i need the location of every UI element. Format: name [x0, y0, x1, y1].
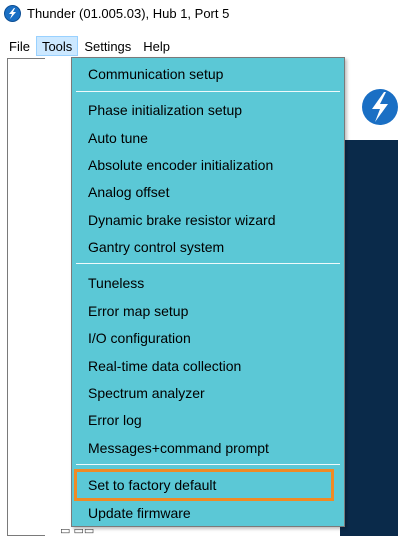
title-bar: Thunder (01.005.03), Hub 1, Port 5	[0, 0, 398, 26]
menu-item-real-time-data-collection[interactable]: Real-time data collection	[76, 354, 340, 378]
thunder-app-icon	[4, 4, 21, 22]
menu-item-auto-tune[interactable]: Auto tune	[76, 126, 340, 150]
background-logo-icon	[350, 82, 398, 132]
tools-dropdown-menu: Communication setup Phase initialization…	[71, 57, 345, 527]
menu-separator	[76, 464, 340, 465]
menu-item-analog-offset[interactable]: Analog offset	[76, 180, 340, 204]
menu-item-spectrum-analyzer[interactable]: Spectrum analyzer	[76, 381, 340, 405]
background-dark-area	[340, 140, 398, 536]
menu-help[interactable]: Help	[137, 36, 176, 56]
menu-bar: File Tools Settings Help	[0, 36, 398, 56]
menu-tools[interactable]: Tools	[35, 36, 79, 56]
menu-item-io-configuration[interactable]: I/O configuration	[76, 326, 340, 350]
window-title: Thunder (01.005.03), Hub 1, Port 5	[27, 5, 230, 21]
menu-separator	[76, 263, 340, 264]
background-tree-glyph: ▭ ▭▭	[60, 525, 95, 536]
menu-separator	[76, 91, 340, 92]
menu-item-messages-command-prompt[interactable]: Messages+command prompt	[76, 436, 340, 460]
menu-item-update-firmware[interactable]: Update firmware	[76, 501, 340, 525]
menu-file[interactable]: File	[3, 36, 36, 56]
menu-settings[interactable]: Settings	[78, 36, 137, 56]
menu-item-error-log[interactable]: Error log	[76, 408, 340, 432]
menu-item-communication-setup[interactable]: Communication setup	[76, 62, 340, 86]
menu-item-absolute-encoder-initialization[interactable]: Absolute encoder initialization	[76, 153, 340, 177]
menu-item-phase-initialization-setup[interactable]: Phase initialization setup	[76, 98, 340, 122]
background-tree-panel	[7, 58, 45, 536]
menu-item-tuneless[interactable]: Tuneless	[76, 271, 340, 295]
menu-item-dynamic-brake-resistor-wizard[interactable]: Dynamic brake resistor wizard	[76, 208, 340, 232]
highlight-annotation-box	[74, 469, 334, 501]
menu-item-gantry-control-system[interactable]: Gantry control system	[76, 235, 340, 259]
menu-item-error-map-setup[interactable]: Error map setup	[76, 299, 340, 323]
